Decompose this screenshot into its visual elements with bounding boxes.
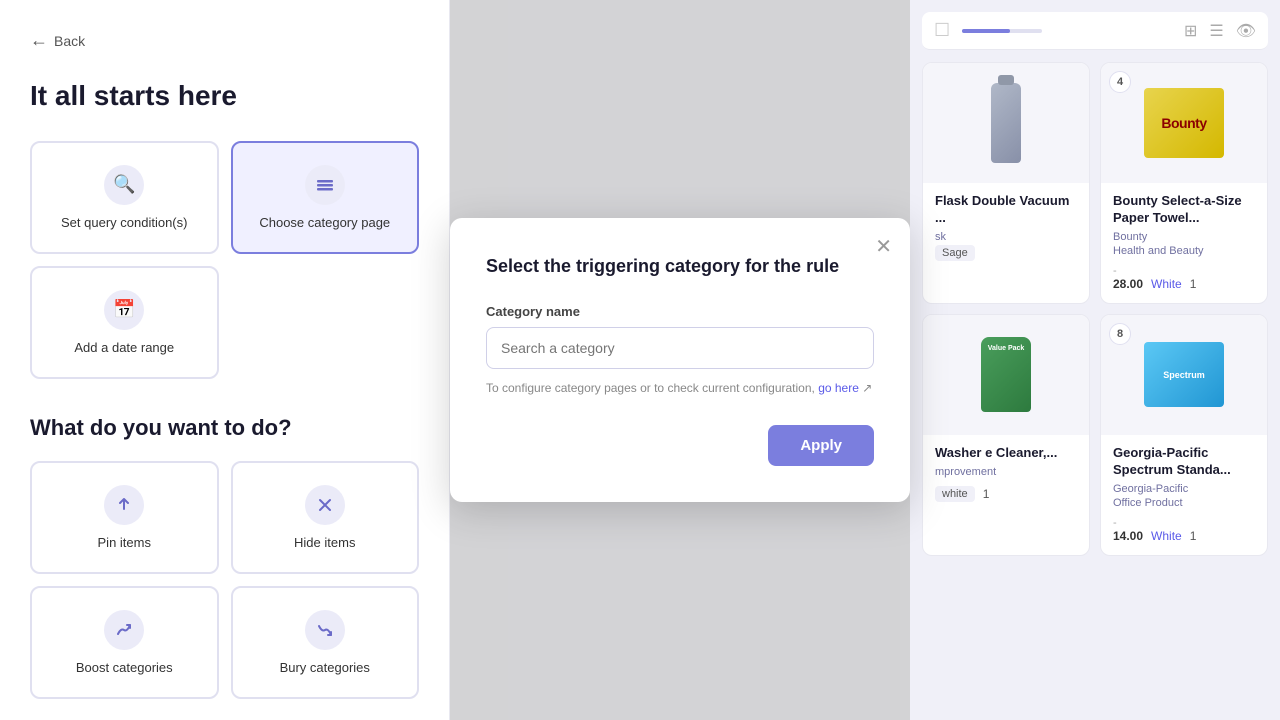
product-info-bounty: Bounty Select-a-Size Paper Towel... Boun… [1101, 183, 1267, 303]
progress-fill [962, 29, 1010, 33]
what-title: What do you want to do? [30, 415, 419, 441]
card-set-query[interactable]: 🔍 Set query condition(s) [30, 141, 219, 254]
card-choose-category[interactable]: Choose category page [231, 141, 420, 254]
meta-qty: 1 [1190, 529, 1197, 543]
product-category: Office Product [1113, 497, 1255, 509]
modal-footer: Apply [486, 425, 874, 466]
action-cards: Pin items Hide items Boost categories [30, 461, 419, 699]
meta-qty: 1 [983, 487, 990, 501]
eye-icon[interactable]: 👁 [1236, 21, 1256, 41]
product-card-spectrum[interactable]: 8 Spectrum Georgia-Pacific Spectrum Stan… [1100, 314, 1268, 556]
pin-up-icon [104, 485, 144, 525]
card-bury-categories[interactable]: Bury categories [231, 586, 420, 699]
category-modal: ✕ Select the triggering category for the… [450, 218, 910, 501]
product-dash: - [1113, 517, 1255, 529]
progress-bar [962, 29, 1042, 33]
card-pin-items-label: Pin items [98, 535, 151, 550]
product-badge: 8 [1109, 323, 1131, 345]
external-link-icon: ↗ [862, 381, 872, 395]
condition-cards: 🔍 Set query condition(s) Choose category… [30, 141, 419, 379]
product-image-spectrum: 8 Spectrum [1101, 315, 1267, 435]
product-name: Georgia-Pacific Spectrum Standa... [1113, 445, 1255, 479]
left-panel: ← Back It all starts here 🔍 Set query co… [0, 0, 450, 720]
product-card-bounty[interactable]: 4 Bounty Bounty Select-a-Size Paper Towe… [1100, 62, 1268, 304]
product-info-spectrum: Georgia-Pacific Spectrum Standa... Georg… [1101, 435, 1267, 555]
modal-close-button[interactable]: ✕ [875, 234, 892, 259]
meta-color: White [1151, 529, 1182, 543]
card-bury-categories-label: Bury categories [280, 660, 370, 675]
apply-button[interactable]: Apply [768, 425, 874, 466]
back-button[interactable]: ← Back [30, 30, 85, 51]
card-add-date[interactable]: 📅 Add a date range [30, 266, 219, 379]
modal-title: Select the triggering category for the r… [486, 254, 874, 279]
product-brand: sk [935, 231, 1077, 243]
flask-illustration [991, 83, 1021, 163]
meta-category: Sage [935, 245, 975, 261]
modal-area: ✕ Select the triggering category for the… [450, 0, 910, 720]
card-set-query-label: Set query condition(s) [61, 215, 187, 230]
category-name-label: Category name [486, 304, 874, 319]
card-pin-items[interactable]: Pin items [30, 461, 219, 574]
boost-icon [104, 610, 144, 650]
product-card-hydro-flask[interactable]: Flask Double Vacuum ... sk Sage [922, 62, 1090, 304]
product-brand: Georgia-Pacific [1113, 483, 1255, 495]
bury-icon [305, 610, 345, 650]
product-dash: - [1113, 265, 1255, 277]
list-icon[interactable]: ☰ [1209, 21, 1223, 41]
spectrum-illustration: Spectrum [1144, 342, 1224, 407]
toolbar: ☐ ⊞ ☰ 👁 [922, 12, 1268, 50]
meta-color: White [1151, 277, 1182, 291]
card-hide-items[interactable]: Hide items [231, 461, 420, 574]
products-grid: Flask Double Vacuum ... sk Sage 4 Bounty… [922, 62, 1268, 556]
cleaner-illustration [981, 337, 1031, 412]
product-meta: 28.00 White 1 [1113, 277, 1255, 291]
hero-title: It all starts here [30, 79, 419, 113]
product-info-hydro-flask: Flask Double Vacuum ... sk Sage [923, 183, 1089, 273]
product-meta: white 1 [935, 486, 1077, 502]
category-search-input[interactable] [486, 327, 874, 369]
modal-helper-text: To configure category pages or to check … [486, 379, 874, 397]
layers-icon [305, 165, 345, 205]
bounty-illustration: Bounty [1144, 88, 1224, 158]
card-choose-category-label: Choose category page [259, 215, 390, 230]
back-arrow-icon: ← [30, 30, 48, 51]
product-brand: Bounty [1113, 231, 1255, 243]
card-add-date-label: Add a date range [74, 340, 174, 355]
modal-overlay: ✕ Select the triggering category for the… [450, 0, 910, 720]
product-meta: 14.00 White 1 [1113, 529, 1255, 543]
product-name: Flask Double Vacuum ... [935, 193, 1077, 227]
meta-qty: 1 [1190, 277, 1197, 291]
meta-price: 14.00 [1113, 529, 1143, 543]
product-category: Health and Beauty [1113, 245, 1255, 257]
product-card-cleaner[interactable]: Washer e Cleaner,... mprovement white 1 [922, 314, 1090, 556]
product-meta: Sage [935, 245, 1077, 261]
meta-color: white [935, 486, 975, 502]
right-panel: ☐ ⊞ ☰ 👁 Flask Double Vacuum ... sk Sage [910, 0, 1280, 720]
product-image-cleaner [923, 315, 1089, 435]
grid-icon[interactable]: ⊞ [1184, 21, 1197, 41]
check-icon: ☐ [934, 20, 950, 41]
product-badge: 4 [1109, 71, 1131, 93]
search-icon: 🔍 [104, 165, 144, 205]
product-info-cleaner: Washer e Cleaner,... mprovement white 1 [923, 435, 1089, 514]
go-here-link[interactable]: go here [818, 381, 859, 395]
back-label: Back [54, 33, 85, 49]
hide-icon [305, 485, 345, 525]
product-image-bounty: 4 Bounty [1101, 63, 1267, 183]
meta-price: 28.00 [1113, 277, 1143, 291]
card-hide-items-label: Hide items [294, 535, 355, 550]
card-boost-categories-label: Boost categories [76, 660, 173, 675]
product-category: mprovement [935, 466, 1077, 478]
calendar-icon: 📅 [104, 290, 144, 330]
product-image-hydro-flask [923, 63, 1089, 183]
product-name: Washer e Cleaner,... [935, 445, 1077, 462]
product-name: Bounty Select-a-Size Paper Towel... [1113, 193, 1255, 227]
card-boost-categories[interactable]: Boost categories [30, 586, 219, 699]
